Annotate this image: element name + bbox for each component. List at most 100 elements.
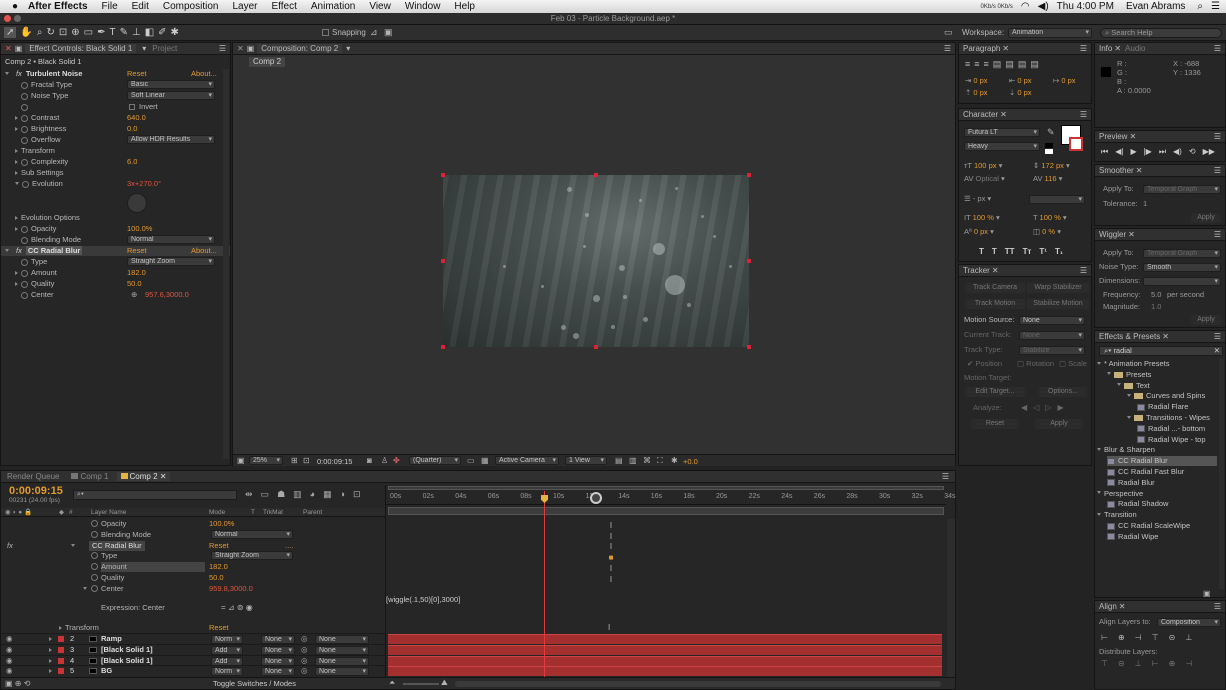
noise-type-dropdown[interactable]: Smooth — [1143, 263, 1221, 272]
layer-mode-dropdown[interactable]: Norm — [211, 667, 243, 677]
motion-blur-icon[interactable]: ◕ — [310, 489, 315, 500]
distribute-vcenter-icon[interactable]: ⊝ — [1118, 659, 1125, 668]
evolution-dial[interactable] — [127, 193, 147, 213]
exposure-icon[interactable]: ✱ — [671, 456, 678, 465]
toggle-pixel-icon[interactable]: ▤ — [615, 456, 623, 465]
toggle-switches-modes-button[interactable]: Toggle Switches / Modes — [213, 679, 296, 688]
property-value[interactable]: 3x+270.0° — [127, 179, 161, 189]
eyedropper-icon[interactable]: ✎ — [1047, 127, 1055, 138]
layer-duration-bar[interactable] — [388, 634, 942, 644]
show-snapshot-icon[interactable]: ♙ — [381, 456, 388, 465]
new-preset-icon[interactable]: ▣ — [1203, 589, 1211, 598]
panel-menu-icon[interactable]: ☰ — [1080, 110, 1087, 119]
comp-subtab[interactable]: Comp 2 — [249, 57, 286, 67]
expand-triangle-icon[interactable] — [1117, 383, 1121, 388]
panel-menu-icon[interactable]: ☰ — [1214, 44, 1221, 53]
align-right-edges-icon[interactable]: ⊣ — [1135, 633, 1142, 642]
distribute-bottom-icon[interactable]: ⊥ — [1135, 659, 1142, 668]
indent-left-field[interactable]: ⇥ 0 px — [965, 76, 988, 86]
track-motion-button[interactable]: Track Motion — [965, 299, 1025, 309]
expand-triangle-icon[interactable] — [15, 282, 18, 287]
kerning-field[interactable]: AV Optical ▾ — [964, 174, 1005, 184]
smoother-apply-to-dropdown[interactable]: Temporal Graph — [1143, 185, 1221, 194]
expand-triangle-icon[interactable] — [1097, 491, 1101, 496]
stroke-width-field[interactable]: ☰ - px ▾ — [964, 194, 991, 204]
layer-parent-dropdown[interactable]: None — [315, 645, 369, 655]
stopwatch-icon[interactable] — [91, 552, 98, 560]
eye-icon[interactable]: ◉ — [6, 634, 13, 644]
magnitude-value[interactable]: 1.0 — [1151, 302, 1161, 312]
timeline-property-value[interactable]: 50.0 — [209, 573, 224, 583]
pick-whip-icon[interactable]: ◎ — [301, 645, 308, 655]
timeline-property-value[interactable]: 100.0% — [209, 519, 234, 529]
puppet-tool-icon[interactable]: ✱ — [171, 27, 179, 38]
timeline-vscrollbar[interactable] — [947, 519, 955, 677]
font-size-field[interactable]: ᴛT 100 px ▾ — [964, 161, 1002, 171]
ec-row[interactable]: Center ⊕ 957.6,3000.0 — [1, 290, 230, 300]
fx-switch-icon[interactable]: fx — [7, 541, 13, 551]
channel-icon[interactable]: ✤ — [393, 456, 400, 465]
effect-about-link[interactable]: About... — [191, 246, 217, 256]
white-swatch[interactable] — [1045, 149, 1053, 154]
preview-tab[interactable]: Preview — [1099, 132, 1127, 141]
char-style-button[interactable]: T — [992, 247, 997, 256]
stopwatch-icon[interactable] — [21, 158, 28, 166]
effects-tree-item[interactable]: Perspective — [1097, 489, 1217, 499]
comp-2-tab[interactable]: Comp 2 ✕ — [116, 472, 171, 481]
distribute-top-icon[interactable]: ⊤ — [1101, 659, 1108, 668]
edit-target-button[interactable]: Edit Target... — [965, 387, 1025, 397]
justify-last-left-icon[interactable]: ▤ — [993, 59, 1002, 70]
layer-bounding-handle[interactable] — [747, 173, 751, 177]
expand-triangle-icon[interactable] — [1097, 512, 1101, 518]
character-tab[interactable]: Character — [963, 110, 998, 119]
workspace-icon[interactable]: ▭ — [944, 27, 953, 38]
brainstorm-icon[interactable]: ▦ — [323, 489, 332, 500]
indent-first-field[interactable]: ↦ 0 px — [1053, 76, 1076, 86]
loop-icon[interactable]: ⟲ — [1189, 147, 1196, 157]
comp-1-tab[interactable]: Comp 1 — [71, 472, 109, 481]
fx-switch-icon[interactable]: fx — [16, 69, 22, 78]
effects-tree-item[interactable]: CC Radial Blur — [1107, 456, 1217, 467]
property-value[interactable]: 640.0 — [127, 113, 146, 123]
layer-parent-dropdown[interactable]: None — [315, 667, 369, 677]
time-zoom-slider[interactable] — [403, 683, 439, 685]
shape-tool-icon[interactable]: ▭ — [84, 27, 93, 38]
menu-layer[interactable]: Layer — [232, 1, 257, 12]
info-tab[interactable]: Info — [1099, 44, 1112, 53]
panel-menu-icon[interactable]: ☰ — [942, 472, 949, 481]
char-style-button[interactable]: T₁ — [1055, 247, 1063, 256]
timeline-search-input[interactable]: ⌕▾ — [73, 490, 237, 500]
render-queue-tab[interactable]: Render Queue — [7, 472, 59, 481]
ram-preview-icon[interactable]: ▶▶ — [1203, 147, 1215, 157]
position-checkbox[interactable]: ✔ Position — [967, 359, 1002, 369]
stopwatch-icon[interactable] — [21, 291, 28, 299]
layer-name[interactable]: Ramp — [101, 634, 122, 644]
panel-menu-icon[interactable]: ☰ — [1214, 602, 1221, 611]
justify-last-right-icon[interactable]: ▤ — [1018, 59, 1027, 70]
expand-triangle-icon[interactable] — [15, 271, 18, 276]
ec-row[interactable]: Contrast 640.0 — [1, 113, 230, 123]
comp-mini-flowchart-icon[interactable]: ⇹ — [245, 489, 253, 500]
pen-tool-icon[interactable]: ✒ — [97, 27, 105, 38]
options-button[interactable]: Options... — [1039, 387, 1087, 397]
distribute-right-icon[interactable]: ⊣ — [1185, 659, 1192, 668]
volume-icon[interactable]: ◀) — [1038, 1, 1049, 12]
audio-tab[interactable]: Audio — [1125, 44, 1145, 53]
snapshot-icon[interactable]: ◙ — [367, 456, 372, 465]
timeline-property-value[interactable]: 182.0 — [209, 562, 228, 572]
timeline-property-value[interactable]: 959.8,3000.0 — [209, 584, 253, 594]
layer-bounding-handle[interactable] — [594, 173, 598, 177]
expand-triangle-icon[interactable] — [15, 181, 19, 187]
expand-triangle-icon[interactable] — [1097, 361, 1101, 367]
align-vertical-centers-icon[interactable]: ⊝ — [1169, 633, 1176, 642]
effects-presets-tab[interactable]: Effects & Presets — [1099, 332, 1160, 341]
draft-3d-icon[interactable]: ▭ — [261, 489, 270, 500]
expand-triangle-icon[interactable] — [5, 248, 9, 254]
stroke-color-swatch[interactable] — [1069, 137, 1083, 151]
spotlight-icon[interactable]: ⌕ — [1197, 1, 1203, 12]
time-graph[interactable]: 00s02s04s06s08s10s12s14s16s18s20s22s24s2… — [385, 485, 955, 677]
paragraph-tab[interactable]: Paragraph — [963, 44, 1000, 53]
stopwatch-icon[interactable] — [21, 103, 28, 111]
layer-trkmat-dropdown[interactable]: None — [261, 667, 295, 677]
effect-reset-link[interactable]: Reset — [127, 69, 147, 79]
